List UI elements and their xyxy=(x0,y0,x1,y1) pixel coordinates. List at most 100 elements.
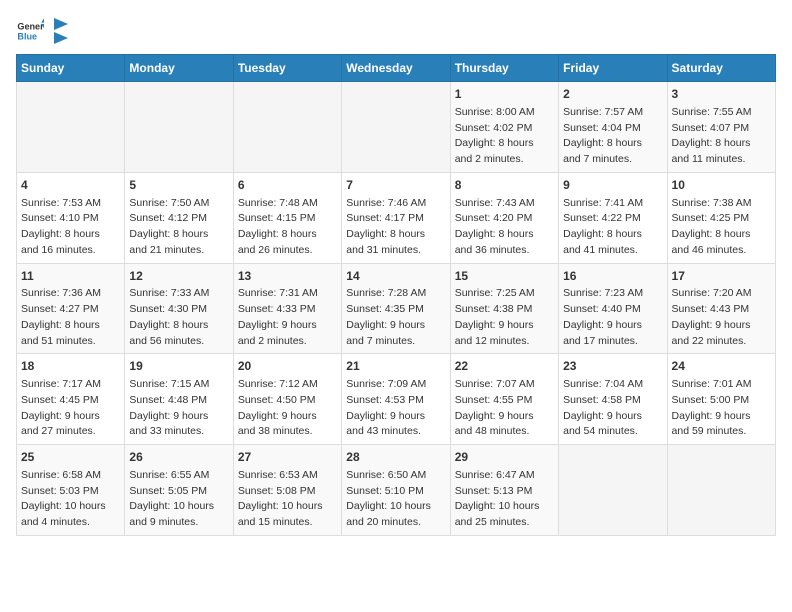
day-number: 15 xyxy=(455,268,554,285)
day-info: Sunrise: 7:55 AM Sunset: 4:07 PM Dayligh… xyxy=(672,105,771,168)
day-info: Sunrise: 7:33 AM Sunset: 4:30 PM Dayligh… xyxy=(129,286,228,349)
day-number: 17 xyxy=(672,268,771,285)
day-number: 2 xyxy=(563,86,662,103)
day-info: Sunrise: 7:36 AM Sunset: 4:27 PM Dayligh… xyxy=(21,286,120,349)
calendar-week-row: 25Sunrise: 6:58 AM Sunset: 5:03 PM Dayli… xyxy=(17,445,776,536)
day-info: Sunrise: 7:17 AM Sunset: 4:45 PM Dayligh… xyxy=(21,377,120,440)
logo-icon: General Blue xyxy=(16,17,44,45)
calendar-cell: 28 Sunrise: 6:50 AM Sunset: 5:10 PM Dayli… xyxy=(342,445,450,536)
day-info: Sunrise: 6:47 AM Sunset: 5:13 PM Dayligh… xyxy=(455,468,554,531)
day-number: 4 xyxy=(21,177,120,194)
day-number: 11 xyxy=(21,268,120,285)
calendar-cell: 21 Sunrise: 7:09 AM Sunset: 4:53 PM Dayli… xyxy=(342,354,450,445)
calendar-week-row: 4 Sunrise: 7:53 AM Sunset: 4:10 PM Daylig… xyxy=(17,172,776,263)
day-info: Sunrise: 7:28 AM Sunset: 4:35 PM Dayligh… xyxy=(346,286,445,349)
calendar-cell: 14Sunrise: 7:28 AM Sunset: 4:35 PM Dayli… xyxy=(342,263,450,354)
calendar-cell: 16Sunrise: 7:23 AM Sunset: 4:40 PM Dayli… xyxy=(559,263,667,354)
day-info: Sunrise: 7:38 AM Sunset: 4:25 PM Dayligh… xyxy=(672,196,771,259)
calendar-cell xyxy=(233,82,341,173)
day-info: Sunrise: 7:57 AM Sunset: 4:04 PM Dayligh… xyxy=(563,105,662,168)
weekday-header-wednesday: Wednesday xyxy=(342,55,450,82)
day-number: 25 xyxy=(21,449,120,466)
calendar-cell: 7 Sunrise: 7:46 AM Sunset: 4:17 PM Daylig… xyxy=(342,172,450,263)
day-info: Sunrise: 7:25 AM Sunset: 4:38 PM Dayligh… xyxy=(455,286,554,349)
day-number: 21 xyxy=(346,358,445,375)
day-number: 14 xyxy=(346,268,445,285)
day-info: Sunrise: 7:07 AM Sunset: 4:55 PM Dayligh… xyxy=(455,377,554,440)
calendar-cell: 25Sunrise: 6:58 AM Sunset: 5:03 PM Dayli… xyxy=(17,445,125,536)
calendar-cell: 17Sunrise: 7:20 AM Sunset: 4:43 PM Dayli… xyxy=(667,263,775,354)
calendar-cell xyxy=(125,82,233,173)
day-info: Sunrise: 6:50 AM Sunset: 5:10 PM Dayligh… xyxy=(346,468,445,531)
calendar-cell xyxy=(17,82,125,173)
day-number: 24 xyxy=(672,358,771,375)
calendar-cell: 19 Sunrise: 7:15 AM Sunset: 4:48 PM Dayli… xyxy=(125,354,233,445)
weekday-header-tuesday: Tuesday xyxy=(233,55,341,82)
calendar-table: SundayMondayTuesdayWednesdayThursdayFrid… xyxy=(16,54,776,536)
day-info: Sunrise: 7:23 AM Sunset: 4:40 PM Dayligh… xyxy=(563,286,662,349)
calendar-cell: 23Sunrise: 7:04 AM Sunset: 4:58 PM Dayli… xyxy=(559,354,667,445)
calendar-cell xyxy=(342,82,450,173)
day-number: 3 xyxy=(672,86,771,103)
day-number: 26 xyxy=(129,449,228,466)
day-number: 28 xyxy=(346,449,445,466)
calendar-cell: 27 Sunrise: 6:53 AM Sunset: 5:08 PM Dayli… xyxy=(233,445,341,536)
day-number: 19 xyxy=(129,358,228,375)
day-info: Sunrise: 7:31 AM Sunset: 4:33 PM Dayligh… xyxy=(238,286,337,349)
calendar-cell: 15Sunrise: 7:25 AM Sunset: 4:38 PM Dayli… xyxy=(450,263,558,354)
calendar-week-row: 1 Sunrise: 8:00 AM Sunset: 4:02 PM Daylig… xyxy=(17,82,776,173)
day-info: Sunrise: 6:53 AM Sunset: 5:08 PM Dayligh… xyxy=(238,468,337,531)
calendar-cell: 8Sunrise: 7:43 AM Sunset: 4:20 PM Daylig… xyxy=(450,172,558,263)
day-info: Sunrise: 7:48 AM Sunset: 4:15 PM Dayligh… xyxy=(238,196,337,259)
calendar-cell: 5 Sunrise: 7:50 AM Sunset: 4:12 PM Daylig… xyxy=(125,172,233,263)
day-info: Sunrise: 7:50 AM Sunset: 4:12 PM Dayligh… xyxy=(129,196,228,259)
calendar-cell xyxy=(559,445,667,536)
day-number: 5 xyxy=(129,177,228,194)
calendar-cell: 4 Sunrise: 7:53 AM Sunset: 4:10 PM Daylig… xyxy=(17,172,125,263)
day-number: 16 xyxy=(563,268,662,285)
day-info: Sunrise: 7:15 AM Sunset: 4:48 PM Dayligh… xyxy=(129,377,228,440)
calendar-cell: 3 Sunrise: 7:55 AM Sunset: 4:07 PM Daylig… xyxy=(667,82,775,173)
day-number: 29 xyxy=(455,449,554,466)
calendar-cell: 24 Sunrise: 7:01 AM Sunset: 5:00 PM Dayli… xyxy=(667,354,775,445)
day-info: Sunrise: 7:41 AM Sunset: 4:22 PM Dayligh… xyxy=(563,196,662,259)
calendar-cell: 12Sunrise: 7:33 AM Sunset: 4:30 PM Dayli… xyxy=(125,263,233,354)
weekday-header-thursday: Thursday xyxy=(450,55,558,82)
day-number: 20 xyxy=(238,358,337,375)
day-info: Sunrise: 7:46 AM Sunset: 4:17 PM Dayligh… xyxy=(346,196,445,259)
calendar-cell: 29 Sunrise: 6:47 AM Sunset: 5:13 PM Dayli… xyxy=(450,445,558,536)
weekday-header-saturday: Saturday xyxy=(667,55,775,82)
day-number: 1 xyxy=(455,86,554,103)
calendar-cell xyxy=(667,445,775,536)
calendar-cell: 10 Sunrise: 7:38 AM Sunset: 4:25 PM Dayli… xyxy=(667,172,775,263)
day-info: Sunrise: 7:43 AM Sunset: 4:20 PM Dayligh… xyxy=(455,196,554,259)
day-info: Sunrise: 7:12 AM Sunset: 4:50 PM Dayligh… xyxy=(238,377,337,440)
page-header: General Blue xyxy=(16,16,776,46)
day-number: 22 xyxy=(455,358,554,375)
day-info: Sunrise: 7:53 AM Sunset: 4:10 PM Dayligh… xyxy=(21,196,120,259)
weekday-header-friday: Friday xyxy=(559,55,667,82)
logo-flag-icon xyxy=(52,16,70,46)
day-info: Sunrise: 7:20 AM Sunset: 4:43 PM Dayligh… xyxy=(672,286,771,349)
calendar-cell: 22 Sunrise: 7:07 AM Sunset: 4:55 PM Dayli… xyxy=(450,354,558,445)
calendar-week-row: 11Sunrise: 7:36 AM Sunset: 4:27 PM Dayli… xyxy=(17,263,776,354)
calendar-cell: 13Sunrise: 7:31 AM Sunset: 4:33 PM Dayli… xyxy=(233,263,341,354)
day-info: Sunrise: 7:09 AM Sunset: 4:53 PM Dayligh… xyxy=(346,377,445,440)
day-info: Sunrise: 7:01 AM Sunset: 5:00 PM Dayligh… xyxy=(672,377,771,440)
calendar-cell: 9Sunrise: 7:41 AM Sunset: 4:22 PM Daylig… xyxy=(559,172,667,263)
day-info: Sunrise: 6:55 AM Sunset: 5:05 PM Dayligh… xyxy=(129,468,228,531)
weekday-header-monday: Monday xyxy=(125,55,233,82)
day-number: 27 xyxy=(238,449,337,466)
day-number: 7 xyxy=(346,177,445,194)
calendar-cell: 2 Sunrise: 7:57 AM Sunset: 4:04 PM Daylig… xyxy=(559,82,667,173)
logo: General Blue xyxy=(16,16,70,46)
calendar-cell: 6Sunrise: 7:48 AM Sunset: 4:15 PM Daylig… xyxy=(233,172,341,263)
day-info: Sunrise: 8:00 AM Sunset: 4:02 PM Dayligh… xyxy=(455,105,554,168)
calendar-cell: 1 Sunrise: 8:00 AM Sunset: 4:02 PM Daylig… xyxy=(450,82,558,173)
day-number: 13 xyxy=(238,268,337,285)
day-info: Sunrise: 7:04 AM Sunset: 4:58 PM Dayligh… xyxy=(563,377,662,440)
svg-text:General: General xyxy=(17,22,44,32)
day-number: 10 xyxy=(672,177,771,194)
weekday-header-row: SundayMondayTuesdayWednesdayThursdayFrid… xyxy=(17,55,776,82)
svg-text:Blue: Blue xyxy=(17,31,37,41)
